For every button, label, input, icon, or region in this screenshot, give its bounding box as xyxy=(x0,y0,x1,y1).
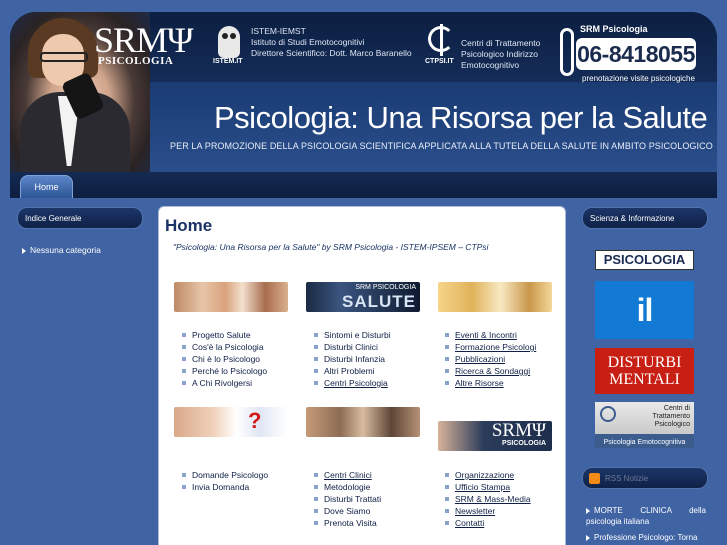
ad-line: DISTURBI xyxy=(607,354,682,371)
list-item[interactable]: Invia Domanda xyxy=(182,481,268,493)
list-item[interactable]: Ricerca & Sondaggi xyxy=(445,365,536,377)
phone-contact-box[interactable]: SRM Psicologia 06-8418055 prenotazione v… xyxy=(558,24,717,84)
list-item[interactable]: SRM & Mass-Media xyxy=(445,493,531,505)
news-item[interactable]: Professione Psicologo: Torna xyxy=(586,532,706,543)
list-item[interactable]: Sintomi e Disturbi xyxy=(314,329,391,341)
banner-group-image[interactable] xyxy=(306,407,420,437)
rss-icon xyxy=(589,473,600,484)
site-header: SRMΨ PSICOLOGIA ISTEM.IT ISTEM-IEMST Ist… xyxy=(10,12,717,172)
list-item[interactable]: Contatti xyxy=(445,517,531,529)
list-item[interactable]: Organizzazione xyxy=(445,469,531,481)
list-item[interactable]: Altri Problemi xyxy=(314,365,391,377)
phone-number: 06-8418055 xyxy=(576,38,696,70)
sidebar-item-nessuna-categoria[interactable]: Nessuna categoria xyxy=(22,245,101,255)
site-subtitle: PER LA PROMOZIONE DELLA PSICOLOGIA SCIEN… xyxy=(170,141,713,151)
ad-caption: Psicologia Emotocognitiva xyxy=(603,439,686,446)
banner-small-text: PSICOLOGIA xyxy=(502,440,546,447)
news-item[interactable]: MORTE CLINICA della psicologia italiana xyxy=(586,505,706,527)
list-item[interactable]: Disturbi Infanzia xyxy=(314,353,391,365)
ctpsi-line: Emotocognitivo xyxy=(461,60,520,70)
link-list-disturbi: Sintomi e Disturbi Disturbi Clinici Dist… xyxy=(314,329,391,389)
left-sidebar-heading: Indice Generale xyxy=(17,207,143,229)
srm-logo-subtext: PSICOLOGIA xyxy=(98,55,174,67)
list-item[interactable]: Progetto Salute xyxy=(182,329,267,341)
list-item[interactable]: Pubblicazioni xyxy=(445,353,536,365)
main-content: Home "Psicologia: Una Risorsa per la Sal… xyxy=(158,206,566,545)
ad-psicologia[interactable]: PSICOLOGIA xyxy=(595,250,694,270)
link-list-risorse: Eventi & Incontri Formazione Psicologi P… xyxy=(445,329,536,389)
ctpsi-line: Psicologico Indirizzo xyxy=(461,49,539,59)
rss-heading-label: RSS Notizie xyxy=(605,474,649,483)
banner-big-text: SRMΨ xyxy=(491,420,546,441)
ad-line: Centri di xyxy=(663,405,690,412)
list-item[interactable]: Ufficio Stampa xyxy=(445,481,531,493)
istem-line: Direttore Scientifico: Dott. Marco Baran… xyxy=(251,48,412,58)
page-tagline: "Psicologia: Una Risorsa per la Salute" … xyxy=(173,242,489,252)
list-item[interactable]: Dove Siamo xyxy=(314,505,381,517)
list-item[interactable]: Perché lo Psicologo xyxy=(182,365,267,377)
list-item[interactable]: Metodologie xyxy=(314,481,381,493)
phone-label: SRM Psicologia xyxy=(580,24,648,34)
ctpsi-info: Centri di Trattamento Psicologico Indiri… xyxy=(461,38,540,71)
istem-line: Istituto di Studi Emotocognitivi xyxy=(251,37,365,47)
srm-logo-text: SRMΨ xyxy=(94,20,194,60)
list-item[interactable]: Disturbi Clinici xyxy=(314,341,391,353)
ctpsi-line: Centri di Trattamento xyxy=(461,38,541,48)
ad-il-potere[interactable]: il potere xyxy=(595,281,694,386)
sidebar-item-label: Nessuna categoria xyxy=(30,245,101,255)
list-item[interactable]: Cos'è la Psicologia xyxy=(182,341,267,353)
banner-people-image[interactable] xyxy=(174,282,288,312)
istem-logo-label: ISTEM.IT xyxy=(213,58,243,65)
ctp-logo-icon xyxy=(600,406,616,422)
list-item[interactable]: Centri Psicologia xyxy=(314,377,391,389)
triangle-right-icon xyxy=(586,507,590,514)
list-item[interactable]: Disturbi Trattati xyxy=(314,493,381,505)
page-title: Home xyxy=(165,216,213,235)
ad-line: Trattamento xyxy=(652,413,690,420)
ad-line: Psicologico xyxy=(654,421,690,428)
list-item[interactable]: Domande Psicologo xyxy=(182,469,268,481)
link-list-organizzazione: Organizzazione Ufficio Stampa SRM & Mass… xyxy=(445,469,531,529)
question-mark-icon: ? xyxy=(248,408,262,433)
banner-srm-salute[interactable]: SRM PSICOLOGIA SALUTE xyxy=(306,282,420,312)
link-list-centri: Centri Clinici Metodologie Disturbi Trat… xyxy=(314,469,381,529)
list-item[interactable]: Newsletter xyxy=(445,505,531,517)
banner-question-image[interactable]: ? xyxy=(174,407,288,437)
list-item[interactable]: Formazione Psicologi xyxy=(445,341,536,353)
istem-info: ISTEM-IEMST Istituto di Studi Emotocogni… xyxy=(251,26,412,59)
tab-home[interactable]: Home xyxy=(20,175,73,198)
list-item[interactable]: Prenota Visita xyxy=(314,517,381,529)
link-list-domande: Domande Psicologo Invia Domanda xyxy=(182,469,268,493)
link-list-salute: Progetto Salute Cos'è la Psicologia Chi … xyxy=(182,329,267,389)
ad-line: MENTALI xyxy=(609,371,680,388)
list-item[interactable]: Chi è lo Psicologo xyxy=(182,353,267,365)
news-item-label: Professione Psicologo: Torna xyxy=(594,533,698,542)
banner-hands-image[interactable] xyxy=(438,282,552,312)
list-item[interactable]: Eventi & Incontri xyxy=(445,329,536,341)
ctpsi-logo-label: CTPSI.IT xyxy=(425,58,454,65)
banner-big-text: SALUTE xyxy=(342,292,416,311)
ad-disturbi-mentali[interactable]: DISTURBI MENTALI xyxy=(595,348,694,394)
site-title: Psicologia: Una Risorsa per la Salute xyxy=(214,100,708,135)
list-item[interactable]: Centri Clinici xyxy=(314,469,381,481)
triangle-right-icon xyxy=(586,534,590,541)
list-item[interactable]: Altre Risorse xyxy=(445,377,536,389)
rss-sidebar-heading[interactable]: RSS Notizie xyxy=(582,467,708,489)
phone-caption: prenotazione visite psicologiche xyxy=(582,74,695,83)
main-navigation: Home xyxy=(10,172,717,198)
banner-small-text: SRM PSICOLOGIA xyxy=(355,284,416,291)
srm-logo[interactable]: SRMΨ PSICOLOGIA xyxy=(94,20,194,67)
news-item-label: MORTE CLINICA della psicologia italiana xyxy=(586,506,706,526)
phone-icon xyxy=(560,28,574,76)
list-item[interactable]: A Chi Rivolgersi xyxy=(182,377,267,389)
right-sidebar-heading: Scienza & Informazione xyxy=(582,207,708,229)
banner-srm-psicologia[interactable]: SRMΨ PSICOLOGIA xyxy=(438,421,552,451)
ad-text: Centri di Trattamento Psicologico xyxy=(653,405,690,429)
ctpsi-logo-icon[interactable] xyxy=(426,24,456,56)
triangle-right-icon xyxy=(22,247,26,254)
ad-centri-trattamento[interactable]: Centri di Trattamento Psicologico Psicol… xyxy=(595,402,694,448)
istem-line: ISTEM-IEMST xyxy=(251,26,306,36)
